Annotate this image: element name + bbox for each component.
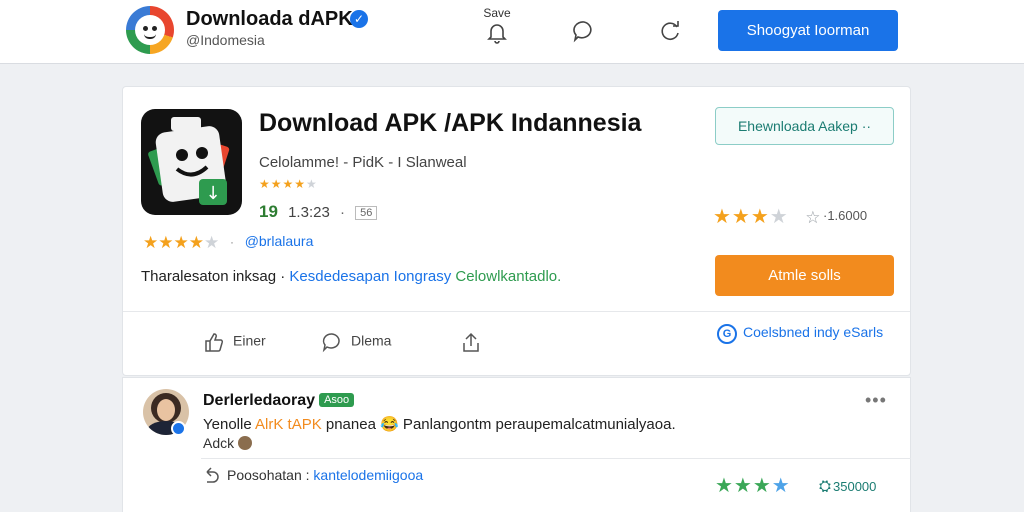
thumbs-up-icon: [205, 333, 224, 352]
commenter-name[interactable]: Derlerledaoray Asoo: [203, 392, 355, 410]
online-badge-icon: [171, 421, 186, 436]
comment-label: Dlema: [351, 332, 392, 349]
version-date: 1.3:23: [288, 204, 330, 221]
comment-count: ⛭ 350000: [819, 478, 877, 495]
comment-icon: [322, 333, 340, 353]
share-button[interactable]: [460, 331, 490, 353]
reply-icon: [206, 467, 219, 484]
rating-row: ★★★★★ · @brlalaura: [143, 233, 314, 252]
app-subtitle: Celolamme! - PidK - I Slanweal: [259, 154, 467, 171]
version-tag: 56: [355, 206, 378, 221]
app-card: ↓ Download APK /APK Indannesia Celolamme…: [122, 86, 911, 376]
comment-text-end: pnanea 😂 Panlangontm peraupemalcatmunial…: [321, 416, 676, 433]
right-star-rating: ★★★★ ☆: [713, 206, 822, 228]
reply-link[interactable]: kantelodemiigooa: [313, 467, 423, 483]
comment-card: Derlerledaoray Asoo ••• Yenolle AlrK tAPK…: [122, 377, 911, 512]
app-title: Download APK /APK Indannesia: [259, 109, 642, 137]
commenter-name-text: Derlerledaoray: [203, 392, 316, 409]
commenter-badge: Asoo: [319, 393, 355, 407]
comment-text: Yenolle AlrK tAPK pnanea 😂 Panlangontm p…: [203, 415, 676, 433]
svg-text:↓: ↓: [205, 183, 220, 204]
install-button[interactable]: Atmle solls: [715, 255, 894, 296]
verified-icon: ✓: [350, 10, 368, 28]
brand-logo[interactable]: [126, 6, 174, 54]
comment-button[interactable]: Dlema: [321, 331, 391, 353]
comment-text-start: Yenolle: [203, 416, 256, 433]
star-rating-icon: ★★★★: [143, 233, 204, 252]
like-button[interactable]: Einer: [203, 331, 266, 353]
description-link[interactable]: Kesdedesapan Iongrasy: [289, 268, 451, 285]
brand-handle: @Indomesia: [186, 32, 265, 48]
app-icon: ↓: [141, 109, 242, 215]
divider: [201, 458, 911, 459]
rating-link[interactable]: @brlalaura: [245, 233, 314, 249]
comment-line2-text: Adck: [203, 435, 235, 451]
save-nav-button[interactable]: Save: [474, 6, 520, 52]
reply-label: Poosohatan :: [227, 467, 314, 483]
emoji-icon: [238, 436, 253, 450]
rating-count: ·1.6000: [823, 208, 868, 223]
comment-star-rating: ★★★★: [715, 475, 791, 497]
download-outline-button[interactable]: Ehewnloada Aakep ··: [715, 107, 894, 145]
share-link-label: Coelsbned indy eSarls: [743, 324, 884, 340]
like-label: Einer: [233, 332, 266, 349]
more-options-icon[interactable]: •••: [865, 390, 887, 411]
comment-highlight: AlrK tAPK: [255, 416, 322, 433]
mini-star-rating: ★★★★★: [259, 177, 318, 191]
refresh-icon[interactable]: [657, 18, 683, 44]
app-description: Tharalesaton inksag · Kesdedesapan Iongr…: [141, 268, 561, 285]
share-link[interactable]: G Coelsbned indy eSarls: [717, 324, 883, 344]
comment-count-text: 350000: [833, 479, 877, 494]
robot-mascot-icon: ↓: [148, 117, 230, 205]
share-icon: [463, 332, 479, 352]
description-text: Tharalesaton inksag ·: [141, 268, 290, 285]
comment-second-line: Adck: [203, 435, 253, 451]
description-highlight: Celowlkantadlo.: [451, 268, 562, 285]
divider: [123, 311, 910, 312]
brand-name[interactable]: Downloada dAPK: [186, 8, 353, 31]
chat-bubble-icon[interactable]: [571, 18, 597, 44]
header-cta-button[interactable]: Shoogyat Ioorman: [718, 10, 898, 51]
version-number: 19: [259, 202, 278, 221]
bell-icon: [487, 24, 507, 44]
save-label: Save: [483, 6, 511, 20]
version-row: 19 1.3:23 · 56: [259, 202, 378, 222]
reply-row[interactable]: Poosohatan : kantelodemiigooa: [203, 467, 423, 485]
top-bar: Downloada dAPK ✓ @Indomesia Save Shoogya…: [0, 0, 1024, 64]
info-icon: G: [717, 324, 737, 344]
